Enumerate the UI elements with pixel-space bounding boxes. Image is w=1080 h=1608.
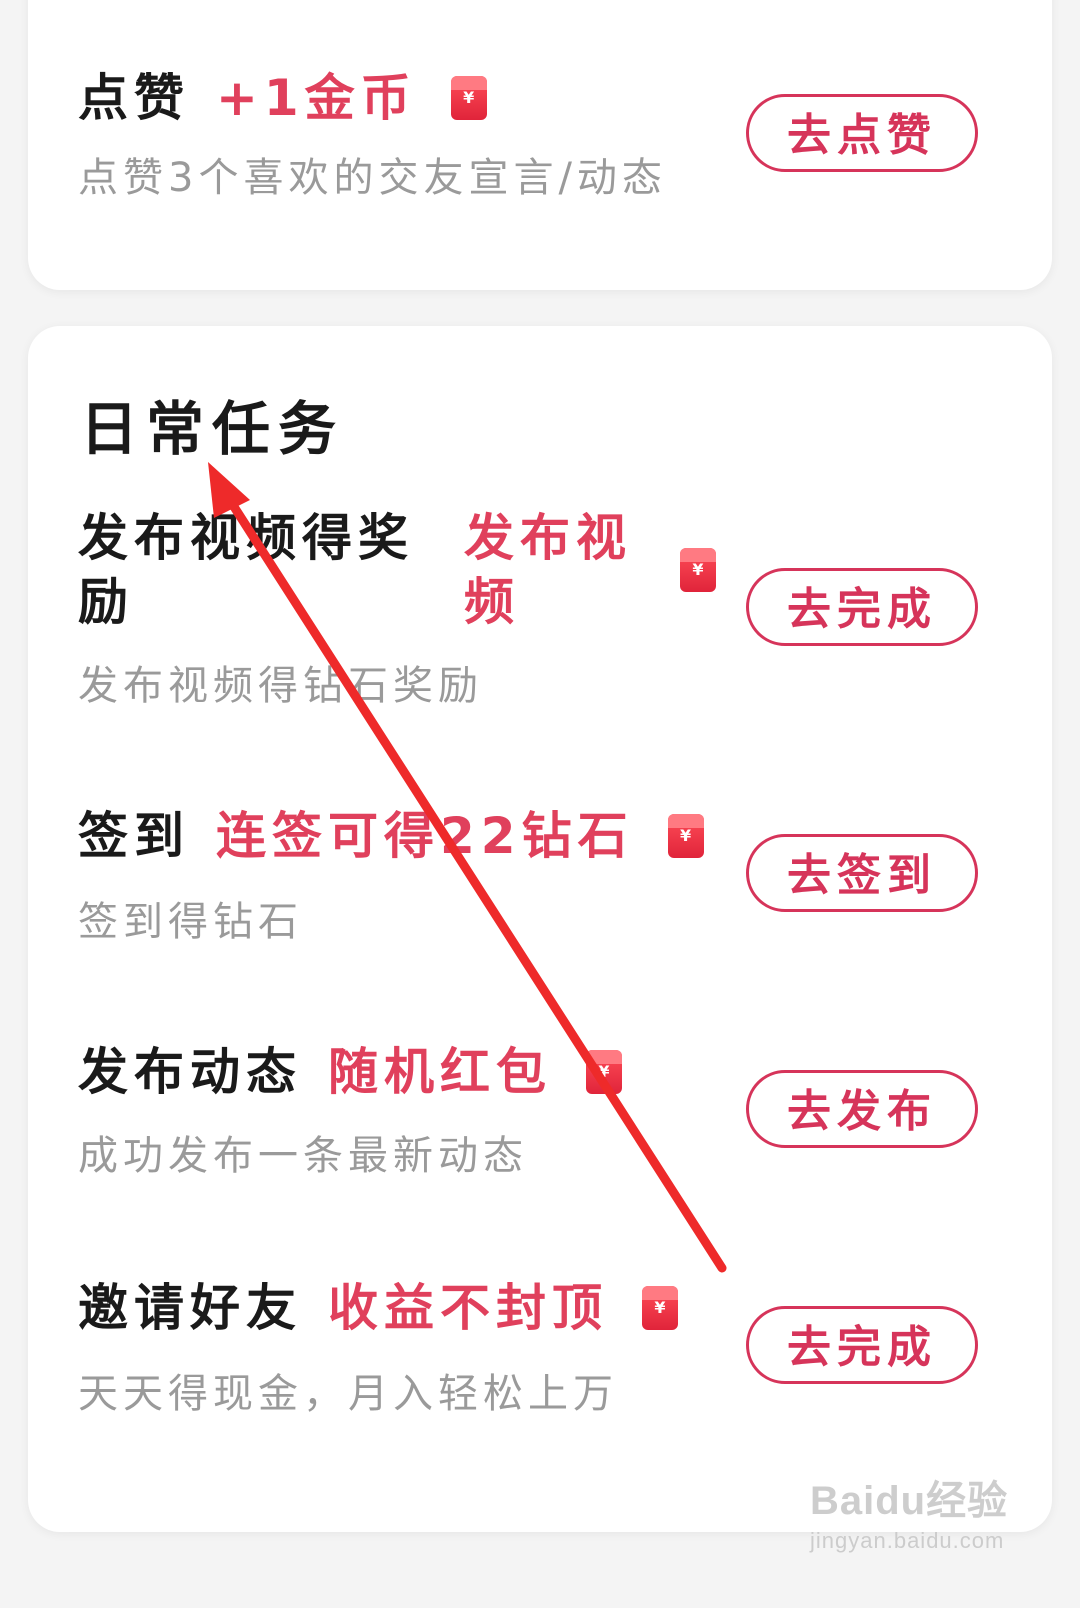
red-packet-icon: ¥ [667, 814, 704, 858]
task-title-row: 发布视频得奖 励 发布视 频 ¥ [78, 506, 716, 634]
daily-tasks-card: 日常任务 发布视频得奖 励 发布视 频 ¥ 发布视频得钻石奖励 去完成 签到 连… [28, 326, 1052, 1532]
invite-friends-button[interactable]: 去完成 [746, 1306, 978, 1384]
task-reward: 发布视 频 [464, 509, 632, 631]
task-title: 点赞 [78, 69, 190, 127]
red-packet-icon: ¥ [586, 1050, 622, 1094]
red-packet-icon: ¥ [450, 76, 487, 120]
task-reward: 随机红包 [328, 1043, 552, 1101]
task-title: 签到 [78, 807, 190, 865]
watermark-url: jingyan.baidu.com [810, 1528, 1005, 1553]
publish-post-button[interactable]: 去发布 [746, 1070, 978, 1148]
sign-in-button[interactable]: 去签到 [746, 834, 978, 912]
task-title-row: 点赞 +1金币 ¥ [78, 66, 487, 130]
task-desc: 签到得钻石 [78, 899, 303, 945]
task-desc: 成功发布一条最新动态 [78, 1133, 528, 1179]
task-reward: 收益不封顶 [328, 1279, 608, 1337]
task-reward: +1金币 [216, 69, 417, 127]
task-title: 发布视频得奖 励 [78, 509, 414, 631]
go-like-button[interactable]: 去点赞 [746, 94, 978, 172]
watermark-logo: Baidu经验 jingyan.baidu.com [810, 1468, 1008, 1554]
task-desc: 发布视频得钻石奖励 [78, 663, 483, 709]
task-desc: 点赞3个喜欢的交友宣言/动态 [78, 155, 667, 201]
red-packet-icon: ¥ [642, 1286, 678, 1330]
task-title-row: 签到 连签可得22钻石 ¥ [78, 804, 704, 868]
task-card-top: 点赞 +1金币 ¥ 点赞3个喜欢的交友宣言/动态 去点赞 [28, 0, 1052, 290]
complete-video-button[interactable]: 去完成 [746, 568, 978, 646]
task-title: 发布动态 [78, 1043, 302, 1101]
task-title: 邀请好友 [78, 1279, 302, 1337]
task-title-row: 邀请好友 收益不封顶 ¥ [78, 1276, 678, 1340]
section-title: 日常任务 [80, 395, 345, 463]
task-reward: 连签可得22钻石 [216, 807, 634, 865]
task-title-row: 发布动态 随机红包 ¥ [78, 1040, 622, 1104]
task-desc: 天天得现金，月入轻松上万 [78, 1371, 618, 1417]
red-packet-icon: ¥ [680, 548, 716, 592]
watermark-brand: Baidu经验 [810, 1479, 1009, 1523]
